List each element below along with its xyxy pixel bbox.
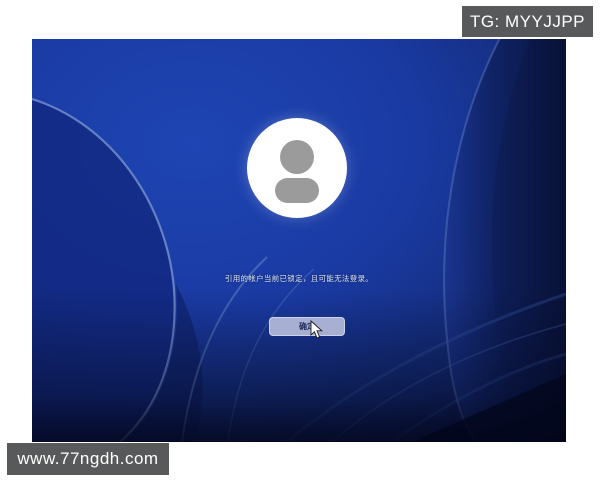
user-avatar xyxy=(247,118,347,218)
windows-bloom-wallpaper xyxy=(32,39,566,442)
watermark-website: www.77ngdh.com xyxy=(7,443,169,475)
ok-button[interactable]: 确定 xyxy=(269,317,345,336)
windows-lock-screen: 引用的帐户当前已锁定，且可能无法登录。 确定 xyxy=(32,39,566,442)
page: 引用的帐户当前已锁定，且可能无法登录。 确定 TG: MYYJJPP www.7… xyxy=(0,0,600,480)
user-silhouette-head xyxy=(280,140,314,174)
user-silhouette-body xyxy=(275,178,319,203)
mouse-cursor-icon xyxy=(310,320,323,339)
watermark-telegram: TG: MYYJJPP xyxy=(462,6,593,37)
lockout-message: 引用的帐户当前已锁定，且可能无法登录。 xyxy=(32,273,566,284)
